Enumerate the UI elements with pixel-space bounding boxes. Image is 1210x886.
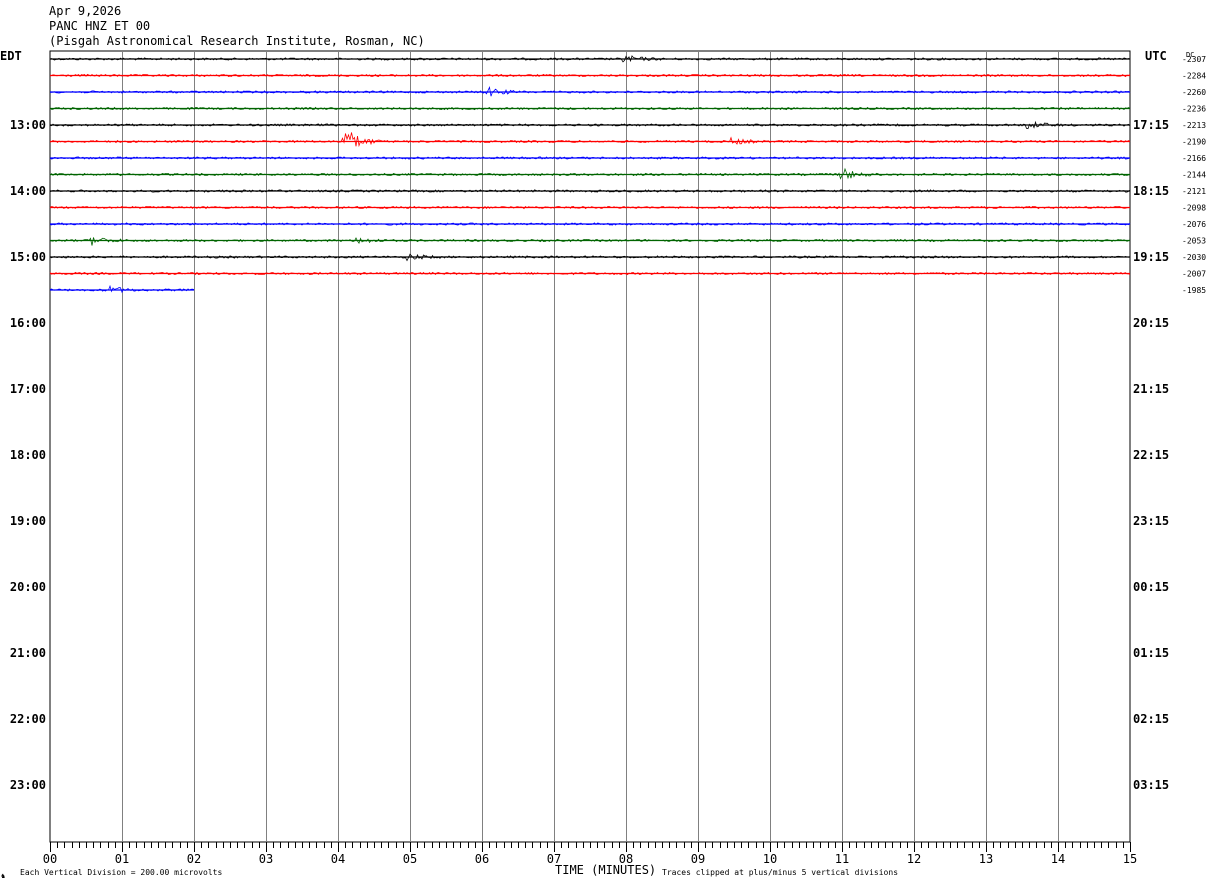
x-tick-label: 14: [1051, 852, 1065, 866]
edt-label: EDT: [0, 49, 22, 63]
edt-hour-label: 20:00: [10, 580, 46, 594]
dc-offset-label: -2076: [1182, 220, 1206, 229]
x-tick-label: 01: [115, 852, 129, 866]
utc-hour-label: 03:15: [1133, 778, 1169, 792]
x-tick-label: 00: [43, 852, 57, 866]
x-axis-label: TIME (MINUTES): [555, 863, 656, 877]
x-tick-label: 05: [403, 852, 417, 866]
trace-signal: [49, 253, 1131, 262]
seismic-traces: [49, 55, 1131, 294]
trace-signal: [49, 55, 1131, 63]
helicorder-plot: 13:00 14:00 15:00 16:00 17:00 18:00 19:00 20:00…: [0, 49, 1206, 880]
edt-hour-label: 13:00: [10, 118, 46, 132]
x-tick-label: 02: [187, 852, 201, 866]
utc-hour-label: 00:15: [1133, 580, 1169, 594]
dc-offset-labels: -2307-2284-2260-2236-2213-2190-2166-2144…: [1182, 55, 1206, 295]
edt-hour-label: 21:00: [10, 646, 46, 660]
utc-hour-label: 21:15: [1133, 382, 1169, 396]
x-tick-label: 04: [331, 852, 345, 866]
utc-hour-label: 19:15: [1133, 250, 1169, 264]
x-tick-label: 12: [907, 852, 921, 866]
x-tick-label: 03: [259, 852, 273, 866]
dc-offset-label: -1985: [1182, 286, 1206, 295]
edt-hour-label: 23:00: [10, 778, 46, 792]
dc-offset-label: -2007: [1182, 270, 1206, 279]
utc-hour-labels: 17:15 18:15 19:15 20:15 21:15 22:15 23:15 00:15…: [1133, 118, 1169, 792]
x-tick-label: 13: [979, 852, 993, 866]
x-tick-label: 09: [691, 852, 705, 866]
edt-hour-label: 17:00: [10, 382, 46, 396]
edt-hour-labels: 13:00 14:00 15:00 16:00 17:00 18:00 19:00 20:00…: [10, 118, 46, 792]
vertical-division-note: Each Vertical Division = 200.00 microvol…: [20, 868, 222, 877]
x-tick-label: 10: [763, 852, 777, 866]
dc-offset-label: -2166: [1182, 154, 1206, 163]
utc-hour-label: 02:15: [1133, 712, 1169, 726]
trace-signal: [49, 167, 1131, 180]
dc-header: DC: [1186, 51, 1194, 59]
dc-offset-label: -2121: [1182, 187, 1206, 196]
utc-hour-label: 01:15: [1133, 646, 1169, 660]
dc-offset-label: -2098: [1182, 204, 1206, 213]
dc-offset-label: -2030: [1182, 253, 1206, 262]
trace-signal: [49, 237, 1131, 246]
trace-signal: [49, 120, 1131, 130]
dc-offset-label: -2260: [1182, 88, 1206, 97]
edt-hour-label: 19:00: [10, 514, 46, 528]
x-tick-label: 15: [1123, 852, 1137, 866]
utc-hour-label: 17:15: [1133, 118, 1169, 132]
plot-frame: [49, 50, 1131, 843]
x-tick-label: 06: [475, 852, 489, 866]
dc-offset-label: -2053: [1182, 237, 1206, 246]
dc-offset-label: -2284: [1182, 72, 1206, 81]
edt-hour-label: 18:00: [10, 448, 46, 462]
trace-signal: [49, 132, 1131, 148]
dc-offset-label: -2190: [1182, 138, 1206, 147]
utc-hour-label: 18:15: [1133, 184, 1169, 198]
x-tick-label: 11: [835, 852, 849, 866]
dc-offset-label: -2236: [1182, 105, 1206, 114]
dc-offset-label: -2144: [1182, 171, 1206, 180]
corner-mark: ♞: [1, 872, 5, 880]
dc-offset-label: -2213: [1182, 121, 1206, 130]
clipping-note: Traces clipped at plus/minus 5 vertical …: [662, 868, 898, 877]
utc-hour-label: 22:15: [1133, 448, 1169, 462]
edt-hour-label: 15:00: [10, 250, 46, 264]
plot-grid: [49, 50, 1131, 843]
utc-hour-label: 23:15: [1133, 514, 1169, 528]
edt-hour-label: 22:00: [10, 712, 46, 726]
utc-label: UTC: [1145, 49, 1167, 63]
edt-hour-label: 16:00: [10, 316, 46, 330]
utc-hour-label: 20:15: [1133, 316, 1169, 330]
edt-hour-label: 14:00: [10, 184, 46, 198]
